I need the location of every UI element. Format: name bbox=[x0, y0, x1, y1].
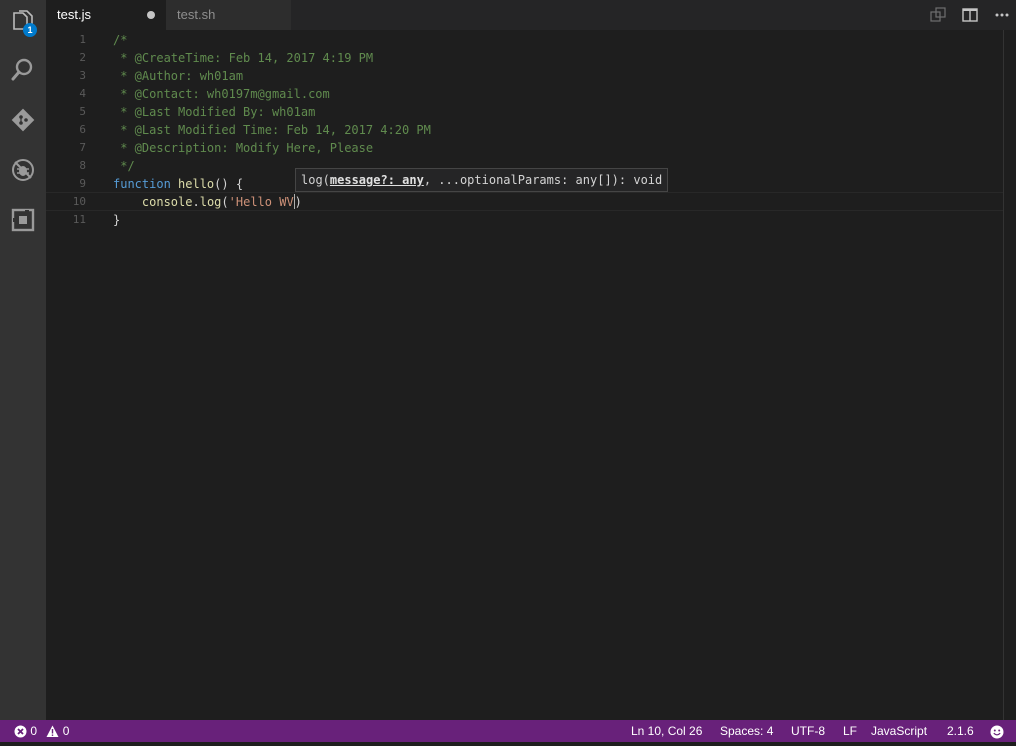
line-number: 7 bbox=[79, 141, 86, 154]
version-label[interactable]: 2.1.6 bbox=[947, 720, 974, 742]
code-text: * @CreateTime: Feb 14, 2017 4:19 PM bbox=[113, 49, 373, 67]
status-bar: 0 0 Ln 10, Col 26 Spaces: 4 UTF-8 LF Jav… bbox=[0, 720, 1016, 742]
warning-icon bbox=[46, 725, 59, 738]
code-text: * @Contact: wh0197m@gmail.com bbox=[113, 85, 330, 103]
token-comment: /* bbox=[113, 33, 128, 47]
encoding[interactable]: UTF-8 bbox=[791, 720, 825, 742]
code-text: * @Last Modified By: wh01am bbox=[113, 103, 315, 121]
split-editor-icon[interactable] bbox=[960, 5, 980, 25]
code-text: /* bbox=[113, 31, 127, 49]
more-actions-icon[interactable] bbox=[992, 5, 1012, 25]
tab-bar: test.js test.sh bbox=[46, 0, 1016, 30]
code-line: 10 console.log('Hello WV) bbox=[46, 193, 1004, 211]
cursor-position[interactable]: Ln 10, Col 26 bbox=[631, 720, 702, 742]
token-punc: () { bbox=[214, 177, 244, 191]
line-number: 6 bbox=[79, 123, 86, 136]
problems-indicator[interactable]: 0 0 bbox=[14, 720, 69, 742]
token-punc: ) bbox=[294, 195, 302, 209]
line-number: 5 bbox=[79, 105, 86, 118]
unsaved-dot-icon[interactable] bbox=[147, 11, 155, 19]
code-line: 7 * @Description: Modify Here, Please bbox=[46, 139, 1004, 157]
code-line: 6 * @Last Modified Time: Feb 14, 2017 4:… bbox=[46, 121, 1004, 139]
explorer-badge: 1 bbox=[23, 23, 37, 37]
token-kw: function bbox=[113, 177, 171, 191]
vertical-scrollbar[interactable] bbox=[1003, 30, 1016, 720]
git-icon[interactable] bbox=[0, 97, 46, 143]
debug-icon[interactable] bbox=[0, 147, 46, 193]
line-number: 8 bbox=[79, 159, 86, 172]
code-text: * @Author: wh01am bbox=[113, 67, 243, 85]
line-number: 11 bbox=[72, 213, 86, 226]
code-line: 5 * @Last Modified By: wh01am bbox=[46, 103, 1004, 121]
language-mode[interactable]: JavaScript bbox=[871, 720, 927, 742]
tab-test-js[interactable]: test.js bbox=[46, 0, 166, 30]
tab-test-sh[interactable]: test.sh bbox=[166, 0, 291, 30]
token-comment: */ bbox=[113, 159, 135, 173]
hint-prefix: log( bbox=[301, 173, 330, 187]
code-text: console.log('Hello WV) bbox=[113, 193, 302, 211]
token-fn: log bbox=[199, 195, 222, 209]
token-punc bbox=[113, 195, 142, 209]
code-text: function hello() { bbox=[113, 175, 243, 193]
token-punc bbox=[171, 177, 178, 191]
error-icon bbox=[14, 725, 27, 738]
code-text: * @Last Modified Time: Feb 14, 2017 4:20… bbox=[113, 121, 431, 139]
code-text: */ bbox=[113, 157, 135, 175]
token-punc: . bbox=[192, 195, 200, 209]
warning-count: 0 bbox=[62, 724, 70, 738]
line-number: 9 bbox=[79, 177, 86, 190]
line-number: 2 bbox=[79, 51, 86, 64]
extensions-icon[interactable] bbox=[0, 197, 46, 243]
files-icon[interactable]: 1 bbox=[0, 0, 46, 46]
error-count: 0 bbox=[30, 724, 38, 738]
token-comment: * @Contact: wh0197m@gmail.com bbox=[113, 87, 330, 101]
feedback-smiley-icon[interactable] bbox=[990, 724, 1004, 739]
open-changes-icon[interactable] bbox=[928, 5, 948, 25]
code-line: 3 * @Author: wh01am bbox=[46, 67, 1004, 85]
token-str: 'Hello WV bbox=[228, 195, 294, 209]
code-line: 11} bbox=[46, 211, 1004, 229]
token-comment: * @Last Modified Time: Feb 14, 2017 4:20… bbox=[113, 123, 431, 137]
search-icon[interactable] bbox=[0, 47, 46, 93]
token-punc: } bbox=[113, 213, 121, 227]
line-number: 10 bbox=[72, 195, 86, 208]
code-line: 1 /* bbox=[46, 31, 1004, 49]
activity-bar: 1 bbox=[0, 0, 46, 720]
code-editor[interactable]: 1 /* 2 * @CreateTime: Feb 14, 2017 4:19 PM… bbox=[46, 30, 1016, 720]
token-fn: console bbox=[141, 195, 193, 209]
line-ending[interactable]: LF bbox=[843, 720, 857, 742]
line-number: 1 bbox=[79, 33, 86, 46]
parameter-hint-widget: log(message?: any, ...optionalParams: an… bbox=[295, 168, 669, 192]
tab-label: test.js bbox=[57, 7, 91, 22]
tab-label: test.sh bbox=[177, 7, 216, 22]
code-line: 4 * @Contact: wh0197m@gmail.com bbox=[46, 85, 1004, 103]
indentation[interactable]: Spaces: 4 bbox=[720, 720, 773, 742]
code-line: 2 * @CreateTime: Feb 14, 2017 4:19 PM bbox=[46, 49, 1004, 67]
line-number: 3 bbox=[79, 69, 86, 82]
token-punc: ( bbox=[221, 195, 229, 209]
token-comment: * @Author: wh01am bbox=[113, 69, 244, 83]
token-comment: * @Description: Modify Here, Please bbox=[113, 141, 374, 155]
code-text: } bbox=[113, 211, 120, 229]
line-number: 4 bbox=[79, 87, 86, 100]
token-comment: * @Last Modified By: wh01am bbox=[113, 105, 316, 119]
hint-suffix: , ...optionalParams: any[]): void bbox=[423, 173, 663, 187]
token-comment: * @CreateTime: Feb 14, 2017 4:19 PM bbox=[113, 51, 374, 65]
token-fn: hello bbox=[178, 177, 215, 191]
hint-active-param: message?: any bbox=[329, 173, 424, 187]
code-text: * @Description: Modify Here, Please bbox=[113, 139, 373, 157]
